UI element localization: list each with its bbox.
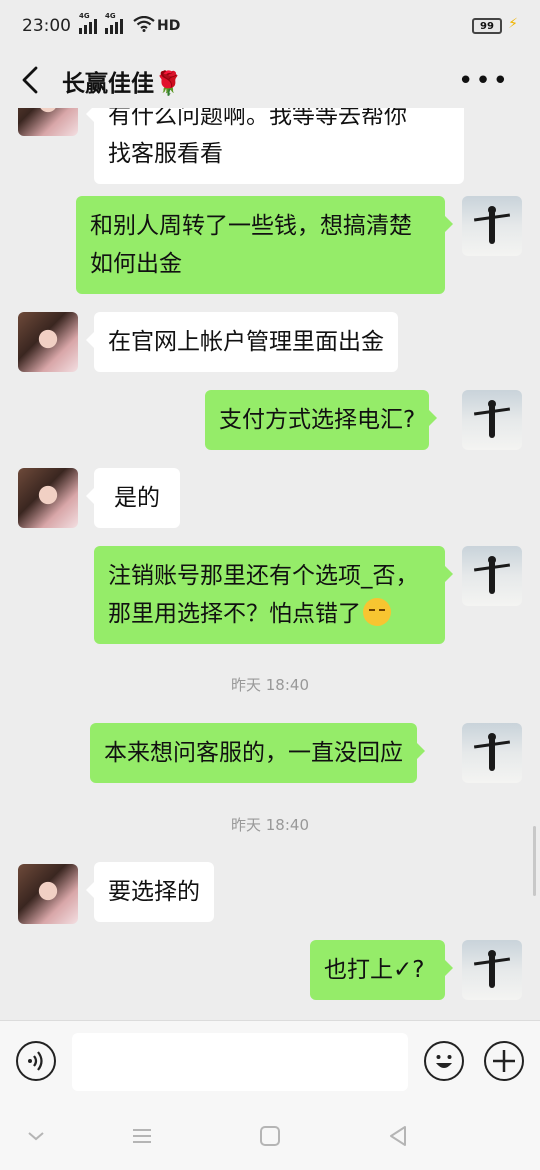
timestamp: 昨天 18:40 — [231, 816, 309, 834]
avatar[interactable] — [462, 940, 522, 1000]
back-chevron-icon[interactable] — [18, 64, 42, 96]
voice-icon[interactable] — [16, 1041, 56, 1081]
plus-icon[interactable] — [484, 1041, 524, 1081]
scrollbar[interactable] — [533, 826, 536, 896]
signal-icon: 4G — [105, 12, 123, 34]
message-bubble-received[interactable]: 是的 — [86, 468, 180, 528]
avatar[interactable] — [462, 196, 522, 256]
input-bar — [0, 1020, 540, 1100]
status-time: 23:00 — [22, 16, 71, 36]
avatar[interactable] — [18, 108, 78, 136]
signal-icon: 4G — [79, 12, 97, 34]
chevron-down-icon[interactable] — [24, 1124, 48, 1148]
emoji-icon[interactable] — [424, 1041, 464, 1081]
status-bar: 23:00 4G 4G HD — [0, 0, 540, 52]
pensive-face-icon — [363, 598, 391, 626]
avatar[interactable] — [18, 312, 78, 372]
avatar[interactable] — [18, 468, 78, 528]
chat-title: 长赢佳佳🌹 — [62, 71, 183, 97]
avatar[interactable] — [18, 864, 78, 924]
chat-header: 长赢佳佳🌹 ••• — [0, 52, 540, 108]
avatar[interactable] — [462, 546, 522, 606]
more-dots-icon[interactable]: ••• — [458, 66, 510, 96]
avatar[interactable] — [462, 390, 522, 450]
wifi-icon — [133, 15, 155, 37]
hd-label: HD — [157, 18, 181, 34]
timestamp: 昨天 18:40 — [231, 676, 309, 694]
home-square-icon[interactable] — [258, 1124, 282, 1148]
back-triangle-icon[interactable] — [386, 1124, 410, 1148]
system-nav-bar — [0, 1100, 540, 1170]
message-bubble-sent[interactable]: 支付方式选择电汇? — [205, 390, 438, 450]
message-list[interactable]: 有什么问题啊。我等等去帮你 找客服看看 和别人周转了一些钱，想搞清楚 如何出金 … — [0, 108, 540, 1020]
menu-icon[interactable] — [130, 1124, 154, 1148]
message-bubble-sent[interactable]: 和别人周转了一些钱，想搞清楚 如何出金 — [76, 196, 453, 294]
message-bubble-sent[interactable]: 本来想问客服的，一直没回应 — [90, 723, 425, 783]
message-bubble-received[interactable]: 在官网上帐户管理里面出金 — [86, 312, 398, 372]
message-bubble-received[interactable]: 要选择的 — [86, 862, 214, 922]
message-bubble-sent[interactable]: 注销账号那里还有个选项_否， 那里用选择不？怕点错了 — [94, 546, 453, 644]
charging-icon: ⚡ — [508, 16, 518, 32]
battery-icon: 99 — [472, 18, 502, 34]
message-input[interactable] — [72, 1033, 408, 1091]
message-bubble-sent[interactable]: 也打上✓? — [310, 940, 453, 1000]
message-bubble-received[interactable]: 有什么问题啊。我等等去帮你 找客服看看 — [86, 108, 464, 184]
avatar[interactable] — [462, 723, 522, 783]
